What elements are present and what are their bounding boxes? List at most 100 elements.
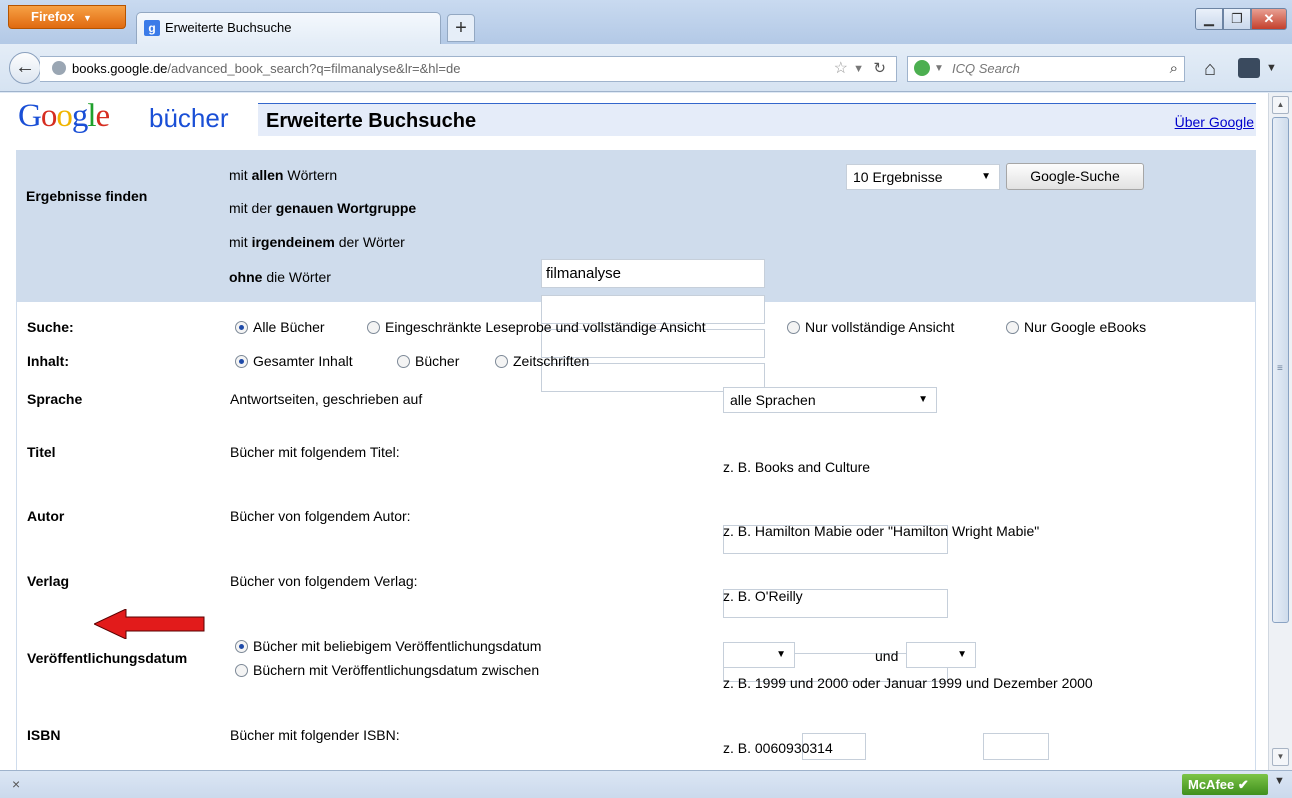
close-window-button[interactable]: ✕ [1251, 8, 1287, 30]
google-search-button[interactable]: Google-Suche [1006, 163, 1144, 190]
firefox-menu-button[interactable]: Firefox ▼ [8, 5, 126, 29]
all-words-input[interactable]: filmanalyse [541, 259, 765, 288]
publisher-hint: z. B. O'Reilly [723, 588, 803, 604]
mcafee-label: McAfee [1188, 777, 1235, 792]
radio-google-ebooks[interactable]: Nur Google eBooks [1006, 319, 1146, 335]
url-bar[interactable]: books.google.de/advanced_book_search?q=f… [40, 56, 897, 82]
google-logo[interactable]: Google [18, 98, 110, 135]
radio-icon [495, 355, 508, 368]
radio-selected-icon [235, 640, 248, 653]
logo-suffix: bücher [149, 103, 229, 133]
author-label: Autor [27, 508, 65, 524]
publisher-label: Verlag [27, 573, 70, 589]
bookmarks-icon[interactable] [1238, 58, 1260, 78]
status-bar: × McAfee ✔ ▼ [0, 770, 1292, 798]
check-icon: ✔ [1237, 777, 1249, 792]
tab-title: Erweiterte Buchsuche [165, 20, 292, 35]
reload-icon[interactable]: ↻ [873, 57, 886, 81]
scope-label: Suche: [27, 319, 74, 335]
all-words-label: mit allen Wörtern [229, 167, 338, 183]
vertical-scrollbar[interactable]: ▲ ≡ ▼ [1268, 93, 1292, 770]
language-desc: Antwortseiten, geschrieben auf [230, 391, 423, 407]
home-icon[interactable]: ⌂ [1197, 56, 1223, 82]
to-year-input[interactable] [983, 733, 1049, 760]
radio-icon [367, 321, 380, 334]
isbn-hint: z. B. 0060930314 [723, 740, 833, 756]
mcafee-addon-button[interactable]: McAfee ✔ [1182, 774, 1268, 795]
url-path: /advanced_book_search?q=filmanalyse&lr=&… [167, 61, 461, 76]
bookmarks-dropdown-icon[interactable]: ▼ [1266, 58, 1277, 78]
addon-dropdown-icon[interactable]: ▼ [1274, 775, 1285, 787]
back-button[interactable]: ← [9, 52, 41, 84]
none-words-label: ohne die Wörter [229, 269, 331, 285]
radio-date-range[interactable]: Büchern mit Veröffentlichungsdatum zwisc… [235, 662, 539, 678]
radio-icon [397, 355, 410, 368]
navigation-bar: ← books.google.de/advanced_book_search?q… [0, 44, 1292, 92]
content-label: Inhalt: [27, 353, 69, 369]
title-hint: z. B. Books and Culture [723, 459, 871, 475]
publisher-desc: Bücher von folgendem Verlag: [230, 573, 418, 589]
chevron-down-icon: ▼ [957, 649, 967, 660]
radio-icon [235, 664, 248, 677]
close-icon[interactable]: × [12, 776, 20, 792]
url-domain: books.google.de [72, 61, 168, 76]
header-bar: Erweiterte Buchsuche Über Google [258, 103, 1256, 136]
firefox-menu-label: Firefox [31, 9, 75, 24]
page-content: Google bücher Erweiterte Buchsuche Über … [0, 93, 1268, 770]
scroll-down-icon[interactable]: ▼ [1272, 748, 1289, 766]
radio-limited-preview[interactable]: Eingeschränkte Leseprobe und vollständig… [367, 319, 706, 335]
search-icon[interactable]: ⌕ [1170, 57, 1178, 81]
author-hint: z. B. Hamilton Mabie oder "Hamilton Wrig… [723, 523, 1040, 539]
pubdate-hint: z. B. 1999 und 2000 oder Januar 1999 und… [723, 675, 1093, 691]
and-label: und [875, 648, 899, 664]
radio-full-view[interactable]: Nur vollständige Ansicht [787, 319, 954, 335]
engine-dropdown-icon[interactable]: ▼ [934, 57, 944, 81]
radio-all-content[interactable]: Gesamter Inhalt [235, 353, 353, 369]
icq-flower-icon[interactable] [914, 60, 930, 76]
radio-books[interactable]: Bücher [397, 353, 459, 369]
tab-erweiterte-buchsuche[interactable]: g Erweiterte Buchsuche [136, 12, 441, 44]
results-count-select[interactable]: 10 Ergebnisse ▼ [846, 164, 1000, 190]
globe-icon [52, 61, 66, 75]
search-options: Suche: Alle Bücher Eingeschränkte Lesepr… [16, 302, 1256, 770]
language-label: Sprache [27, 391, 83, 407]
from-month-select[interactable]: ▼ [723, 642, 795, 668]
red-arrow-annotation [94, 609, 205, 639]
radio-selected-icon [235, 321, 248, 334]
radio-icon [787, 321, 800, 334]
find-results-panel: Ergebnisse finden mit allen Wörtern film… [16, 150, 1256, 392]
search-placeholder: ICQ Search [952, 61, 1020, 76]
search-bar[interactable]: ▼ ICQ Search ⌕ [907, 56, 1185, 82]
title-desc: Bücher mit folgendem Titel: [230, 444, 400, 460]
chevron-down-icon: ▼ [981, 171, 991, 182]
google-favicon-icon: g [144, 20, 160, 36]
isbn-desc: Bücher mit folgender ISBN: [230, 727, 400, 743]
scroll-up-icon[interactable]: ▲ [1272, 96, 1289, 114]
radio-selected-icon [235, 355, 248, 368]
radio-icon [1006, 321, 1019, 334]
minimize-button[interactable]: ▁ [1195, 8, 1223, 30]
any-words-label: mit irgendeinem der Wörter [229, 234, 405, 250]
title-label: Titel [27, 444, 56, 460]
isbn-label: ISBN [27, 727, 61, 743]
pubdate-label: Veröffentlichungsdatum [27, 650, 188, 666]
to-month-select[interactable]: ▼ [906, 642, 976, 668]
restore-button[interactable]: ❐ [1223, 8, 1251, 30]
radio-magazines[interactable]: Zeitschriften [495, 353, 589, 369]
chevron-down-icon: ▼ [82, 13, 92, 23]
title-bar: Firefox ▼ g Erweiterte Buchsuche + ▁ ❐ ✕ [0, 0, 1292, 44]
chevron-down-icon: ▼ [918, 394, 928, 405]
new-tab-button[interactable]: + [447, 14, 475, 42]
author-desc: Bücher von folgendem Autor: [230, 508, 411, 524]
radio-all-books[interactable]: Alle Bücher [235, 319, 325, 335]
scroll-thumb[interactable]: ≡ [1272, 117, 1289, 623]
page-title: Erweiterte Buchsuche [266, 110, 477, 132]
language-select[interactable]: alle Sprachen ▼ [723, 387, 937, 413]
history-dropdown-icon[interactable]: ▼ [853, 57, 864, 81]
grip-icon: ≡ [1277, 363, 1283, 374]
bookmark-star-icon[interactable]: ☆ [834, 57, 848, 81]
radio-any-date[interactable]: Bücher mit beliebigem Veröffentlichungsd… [235, 638, 541, 654]
about-google-link[interactable]: Über Google [1175, 114, 1254, 130]
find-heading: Ergebnisse finden [26, 188, 148, 204]
chevron-down-icon: ▼ [776, 649, 786, 660]
